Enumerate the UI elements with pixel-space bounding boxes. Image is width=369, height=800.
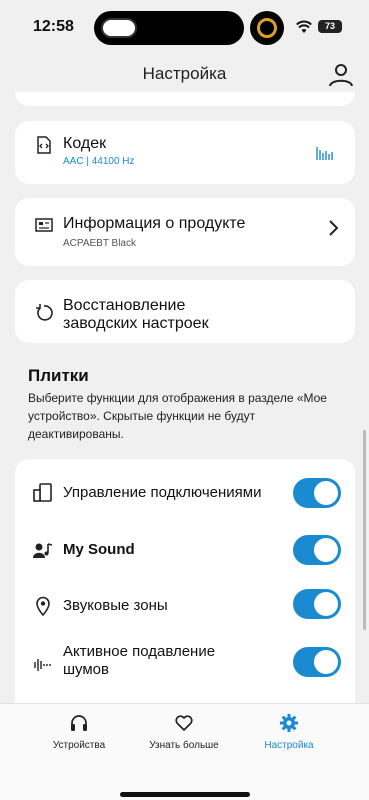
tile-label: My Sound — [63, 541, 135, 558]
tile-row-connection: Управление подключениями — [15, 472, 355, 512]
tab-bar: Устройства Узнать больше Настройка — [0, 703, 369, 800]
status-time: 12:58 — [33, 18, 74, 35]
headphones-icon — [71, 715, 87, 731]
reset-icon — [36, 304, 53, 321]
anc-toggle[interactable] — [293, 647, 341, 677]
tab-label: Узнать больше — [149, 740, 219, 751]
tile-label-line1: Активное подавление — [63, 643, 216, 660]
scrollbar[interactable] — [363, 430, 366, 630]
code-file-icon — [37, 136, 51, 154]
connection-toggle[interactable] — [293, 478, 341, 508]
island-thumbnail — [101, 18, 137, 38]
activity-ring-icon — [250, 11, 284, 45]
codec-card[interactable]: Кодек AAC | 44100 Hz — [15, 121, 355, 184]
factory-reset-title-line1: Восстановление — [63, 297, 186, 314]
gear-icon — [280, 714, 298, 732]
codec-title: Кодек — [63, 135, 107, 152]
tile-row-anc: Активное подавление шумов — [15, 641, 355, 687]
audio-bars-icon — [316, 147, 333, 160]
tile-label-line2: шумов — [63, 661, 109, 678]
location-pin-icon — [36, 596, 50, 616]
my-sound-toggle[interactable] — [293, 535, 341, 565]
my-sound-icon — [33, 543, 53, 558]
noise-cancel-icon — [34, 659, 51, 671]
battery-indicator: 73 — [318, 20, 342, 33]
tab-settings[interactable]: Настройка — [234, 710, 344, 760]
tile-row-my-sound: My Sound — [15, 529, 355, 569]
factory-reset-title-line2: заводских настроек — [63, 315, 209, 332]
previous-card-edge — [15, 92, 355, 106]
factory-reset-card[interactable]: Восстановление заводских настроек — [15, 280, 355, 343]
tile-row-sound-zones: Звуковые зоны — [15, 585, 355, 625]
tab-label: Устройства — [52, 740, 106, 751]
heart-icon — [175, 715, 193, 731]
product-info-card[interactable]: Информация о продукте ACPAEBT Black — [15, 198, 355, 266]
tab-learn-more[interactable]: Узнать больше — [129, 710, 239, 760]
tab-label: Настройка — [264, 740, 314, 751]
page-title: Настройка — [142, 64, 227, 83]
home-indicator[interactable] — [120, 792, 250, 797]
wifi-icon — [296, 20, 312, 33]
product-info-title: Информация о продукте — [63, 215, 246, 232]
chevron-right-icon — [329, 220, 339, 236]
tile-label: Управление подключениями — [63, 484, 262, 501]
tile-label: Звуковые зоны — [63, 597, 168, 614]
tiles-card: Управление подключениями My Sound Звуков… — [15, 459, 355, 703]
sound-zones-toggle[interactable] — [293, 589, 341, 619]
dynamic-island — [94, 11, 244, 45]
codec-subtitle: AAC | 44100 Hz — [63, 156, 135, 167]
status-bar: 12:58 73 — [0, 0, 369, 56]
info-card-icon — [35, 218, 53, 232]
tab-devices[interactable]: Устройства — [24, 710, 134, 760]
profile-icon[interactable] — [328, 62, 354, 88]
tiles-section-title: Плитки — [28, 366, 89, 385]
page-header: Настройка — [0, 56, 369, 92]
tiles-section-description: Выберите функции для отображения в разде… — [28, 391, 327, 441]
product-info-subtitle: ACPAEBT Black — [63, 238, 136, 249]
device-connection-icon — [33, 483, 52, 502]
